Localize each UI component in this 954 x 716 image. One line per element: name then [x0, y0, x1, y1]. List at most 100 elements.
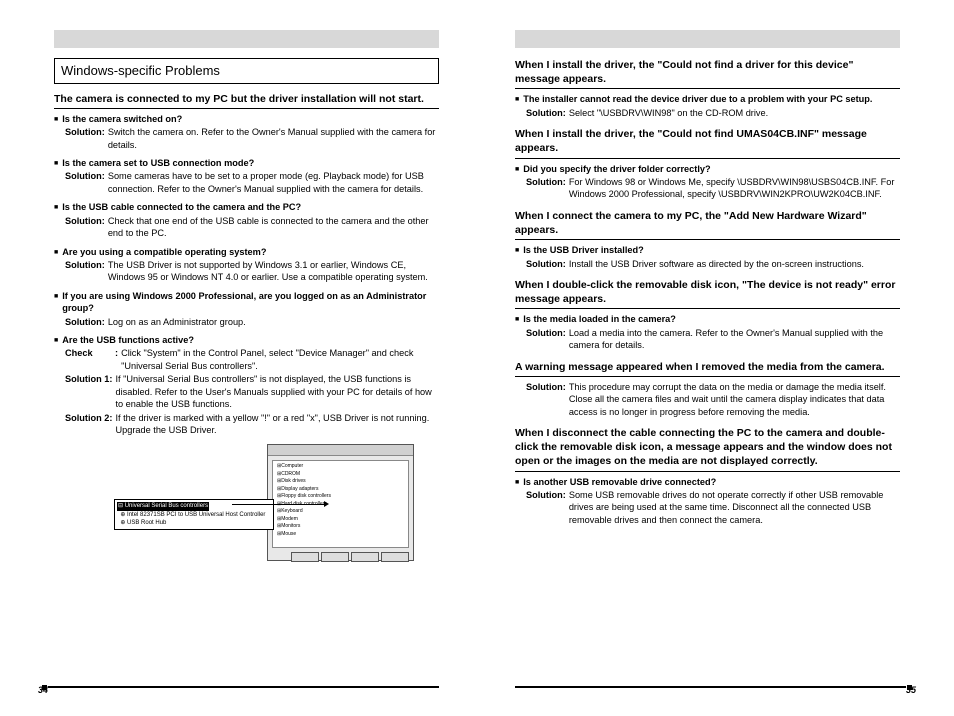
- solution-text: This procedure may corrupt the data on t…: [569, 381, 900, 418]
- question: Is the camera set to USB connection mode…: [54, 157, 439, 169]
- dm-tree-item: Monitors: [277, 523, 404, 531]
- question-text: Is the camera switched on?: [62, 113, 182, 125]
- solution-label: Solution:: [526, 107, 566, 119]
- question: Is another USB removable drive connected…: [515, 476, 900, 488]
- solution-label: Solution 1:: [65, 373, 112, 410]
- solution-label: Solution:: [526, 176, 566, 201]
- callout-text: Universal Serial Bus controllers: [125, 503, 208, 509]
- solution-text: Select "\USBDRV\WIN98" on the CD-ROM dri…: [569, 107, 900, 119]
- solution-text: Switch the camera on. Refer to the Owner…: [108, 126, 439, 151]
- question: Did you specify the driver folder correc…: [515, 163, 900, 175]
- solution-text: Some cameras have to be set to a proper …: [108, 170, 439, 195]
- question-text: Is the camera set to USB connection mode…: [62, 157, 254, 169]
- qa-block: If you are using Windows 2000 Profession…: [54, 290, 439, 328]
- solution-row: Solution:Check that one end of the USB c…: [54, 215, 439, 240]
- solution-row: Solution:Some USB removable drives do no…: [515, 489, 900, 526]
- solution-row: Solution:For Windows 98 or Windows Me, s…: [515, 176, 900, 201]
- dm-tree-item: Disk drives: [277, 478, 404, 486]
- question-text: Are the USB functions active?: [62, 334, 194, 346]
- solution-row: Solution:Switch the camera on. Refer to …: [54, 126, 439, 151]
- solution-label: Solution:: [526, 381, 566, 418]
- footer-line: [48, 686, 439, 688]
- device-manager-window: Computer CDROM Disk drives Display adapt…: [267, 444, 414, 561]
- page-spread: Windows-specific Problems The camera is …: [0, 0, 954, 716]
- solution-label: Solution:: [65, 126, 105, 151]
- qa-block: Are the USB functions active? Check:Clic…: [54, 334, 439, 436]
- solution-text: The USB Driver is not supported by Windo…: [108, 259, 439, 284]
- check-label: Check: [65, 347, 115, 372]
- solution-label: Solution:: [526, 489, 566, 526]
- page-right: When I install the driver, the "Could no…: [477, 0, 954, 716]
- question: Is the camera switched on?: [54, 113, 439, 125]
- check-row: Check:Click "System" in the Control Pane…: [54, 347, 439, 372]
- problem-header: When I double-click the removable disk i…: [515, 278, 900, 309]
- callout-text: USB Root Hub: [127, 520, 166, 526]
- callout-text: Intel 82371SB PCI to USB Universal Host …: [127, 512, 265, 518]
- question: Are you using a compatible operating sys…: [54, 246, 439, 258]
- callout-item: ⊕ USB Root Hub: [117, 519, 271, 527]
- solution-row: Solution:Load a media into the camera. R…: [515, 327, 900, 352]
- qa-block: Is the camera switched on? Solution:Swit…: [54, 113, 439, 151]
- solution-row: Solution:This procedure may corrupt the …: [515, 381, 900, 418]
- dm-tree-item: Display adapters: [277, 486, 404, 494]
- solution-row: Solution:The USB Driver is not supported…: [54, 259, 439, 284]
- solution-row: Solution 1:If "Universal Serial Bus cont…: [54, 373, 439, 410]
- solution-row: Solution:Install the USB Driver software…: [515, 258, 900, 270]
- dm-tree-item: Keyboard: [277, 508, 404, 516]
- callout-item: ⊕ Intel 82371SB PCI to USB Universal Hos…: [117, 511, 271, 519]
- qa-block: Did you specify the driver folder correc…: [515, 163, 900, 201]
- question-text: If you are using Windows 2000 Profession…: [62, 290, 439, 315]
- dm-button: [381, 552, 409, 562]
- solution-label: Solution:: [65, 316, 105, 328]
- dm-tree-item: CDROM: [277, 471, 404, 479]
- solution-label: Solution:: [65, 170, 105, 195]
- problem-header: When I connect the camera to my PC, the …: [515, 209, 900, 240]
- solution-text: Some USB removable drives do not operate…: [569, 489, 900, 526]
- question-text: Is another USB removable drive connected…: [523, 476, 716, 488]
- question-text: Is the USB Driver installed?: [523, 244, 644, 256]
- problem-header: The camera is connected to my PC but the…: [54, 92, 439, 109]
- problem-header: When I install the driver, the "Could no…: [515, 127, 900, 158]
- section-title: Windows-specific Problems: [54, 58, 439, 84]
- question: Is the USB Driver installed?: [515, 244, 900, 256]
- page-left: Windows-specific Problems The camera is …: [0, 0, 477, 716]
- question-text: Is the media loaded in the camera?: [523, 313, 676, 325]
- qa-block: Is the media loaded in the camera? Solut…: [515, 313, 900, 351]
- question: If you are using Windows 2000 Profession…: [54, 290, 439, 315]
- solution-label: Solution:: [526, 327, 566, 352]
- check-colon: :: [115, 347, 118, 372]
- dm-button: [351, 552, 379, 562]
- device-manager-screenshot: Computer CDROM Disk drives Display adapt…: [114, 444, 414, 559]
- qa-block: The installer cannot read the device dri…: [515, 93, 900, 119]
- question-text: Did you specify the driver folder correc…: [523, 163, 710, 175]
- question-text: Is the USB cable connected to the camera…: [62, 201, 301, 213]
- question: The installer cannot read the device dri…: [515, 93, 900, 105]
- solution-label: Solution 2:: [65, 412, 112, 437]
- header-bar-left: [54, 30, 439, 48]
- solution-row: Solution:Some cameras have to be set to …: [54, 170, 439, 195]
- footer-line: [515, 686, 906, 688]
- callout-highlight: ⊟ Universal Serial Bus controllers: [117, 502, 209, 510]
- dm-buttons: [268, 552, 413, 562]
- qa-block: Is another USB removable drive connected…: [515, 476, 900, 527]
- solution-text: Load a media into the camera. Refer to t…: [569, 327, 900, 352]
- qa-block: Is the camera set to USB connection mode…: [54, 157, 439, 195]
- dm-tree-item: Modem: [277, 516, 404, 524]
- callout-arrow-head: [324, 501, 329, 507]
- solution-text: Install the USB Driver software as direc…: [569, 258, 900, 270]
- dm-tabs: [268, 445, 413, 456]
- solution-text: Check that one end of the USB cable is c…: [108, 215, 439, 240]
- problem-header: When I install the driver, the "Could no…: [515, 58, 900, 89]
- solution-text: If the driver is marked with a yellow "!…: [115, 412, 439, 437]
- callout-arrow-line: [232, 504, 327, 505]
- question-text: The installer cannot read the device dri…: [523, 93, 872, 105]
- page-number: 35: [906, 684, 916, 696]
- question: Are the USB functions active?: [54, 334, 439, 346]
- dm-button: [321, 552, 349, 562]
- qa-block: Are you using a compatible operating sys…: [54, 246, 439, 284]
- question: Is the media loaded in the camera?: [515, 313, 900, 325]
- callout-box: ⊟ Universal Serial Bus controllers ⊕ Int…: [114, 499, 274, 529]
- solution-text: For Windows 98 or Windows Me, specify \U…: [569, 176, 900, 201]
- dm-button: [291, 552, 319, 562]
- solution-label: Solution:: [526, 258, 566, 270]
